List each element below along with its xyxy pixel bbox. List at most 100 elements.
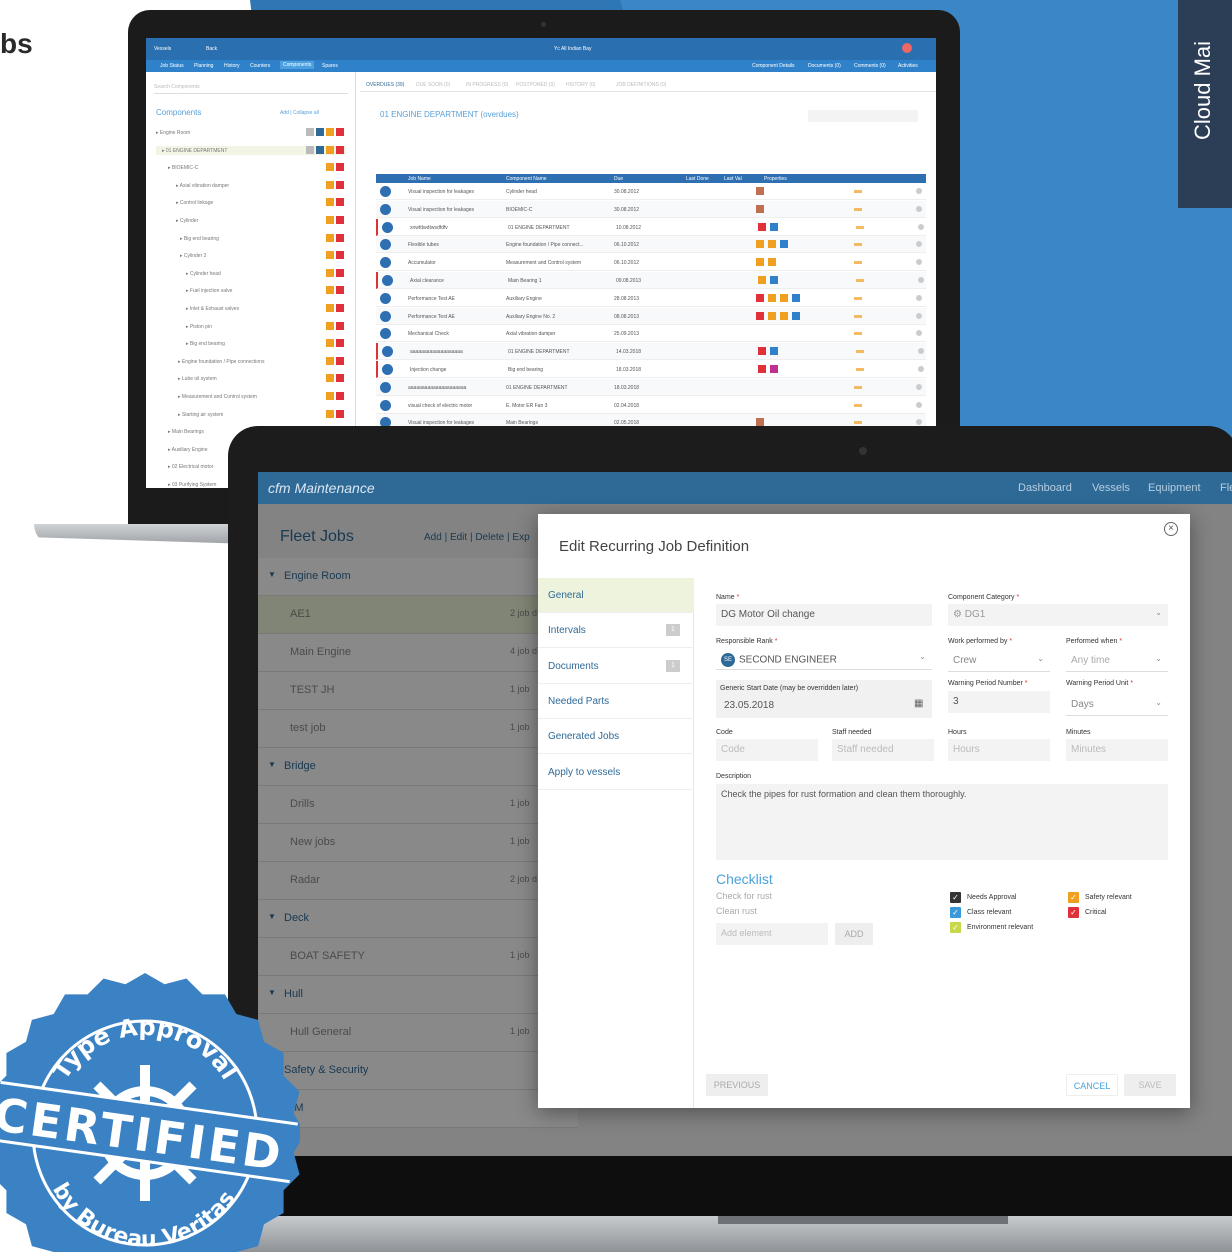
tree-item[interactable]: ▸ Piston pin: [156, 321, 346, 331]
performed-when-select[interactable]: Any time ⌄: [1066, 650, 1168, 672]
modal-nav-needed-parts[interactable]: Needed Parts: [538, 684, 694, 719]
table-row[interactable]: Flexible tubes Engine foundation / Pipe c…: [376, 236, 926, 254]
tree-item[interactable]: ▸ Control linkage: [156, 198, 346, 207]
component-category-select[interactable]: ⚙ DG1 ⌄: [948, 604, 1168, 626]
table-row[interactable]: aaaaaaaaaaaaaaaaaaa 01 ENGINE DEPARTMENT 1…: [376, 343, 926, 361]
overdue-subtab[interactable]: POSTPONED (0): [516, 82, 555, 88]
checkbox-checked-icon[interactable]: ✓: [950, 892, 961, 903]
row-action-icon[interactable]: [916, 312, 922, 319]
row-action-icon[interactable]: [918, 348, 924, 355]
description-textarea[interactable]: Check the pipes for rust formation and c…: [716, 784, 1168, 860]
responsible-rank-select[interactable]: SE SECOND ENGINEER ⌄: [716, 648, 932, 670]
nav-dashboard[interactable]: Dashboard: [1018, 482, 1072, 494]
checkbox-checked-icon[interactable]: ✓: [1068, 907, 1079, 918]
nav-equipment[interactable]: Equipment: [1148, 482, 1201, 494]
tree-item[interactable]: ▸ Cylinder: [156, 216, 346, 225]
work-performed-select[interactable]: Crew ⌄: [948, 650, 1050, 672]
calendar-icon[interactable]: ▦: [914, 698, 923, 709]
tree-item[interactable]: ▸ 01 ENGINE DEPARTMENT: [156, 145, 346, 155]
modal-nav-generated-jobs[interactable]: Generated Jobs: [538, 719, 694, 755]
row-action-icon[interactable]: [916, 330, 922, 337]
avatar[interactable]: [902, 43, 912, 53]
save-button[interactable]: SAVE: [1124, 1074, 1176, 1096]
documents-link[interactable]: Documents (0): [808, 63, 841, 69]
add-element-input[interactable]: Add element: [716, 923, 828, 945]
tree-item[interactable]: ▸ Inlet & Exhaust valves: [156, 304, 346, 313]
activities-link[interactable]: Activities: [898, 63, 918, 69]
hours-input[interactable]: Hours: [948, 739, 1050, 761]
minutes-input[interactable]: Minutes: [1066, 739, 1168, 761]
overdue-subtab[interactable]: DUE SOON (0): [416, 82, 450, 88]
overdue-subtab[interactable]: HISTORY (0): [566, 82, 595, 88]
tab-counters[interactable]: Counters: [250, 63, 270, 69]
table-row[interactable]: aaaaaaaaaaaaaaaaaaaaa 01 ENGINE DEPARTMEN…: [376, 378, 926, 396]
back-link[interactable]: Back: [206, 46, 217, 52]
tree-item[interactable]: ▸ Lube oil system: [156, 374, 346, 383]
job-search-input[interactable]: [808, 110, 918, 122]
comments-link[interactable]: Comments (0): [854, 63, 886, 69]
nav-vessels[interactable]: Vessels: [1092, 482, 1130, 494]
row-action-icon[interactable]: [916, 419, 922, 426]
warning-unit-select[interactable]: Days ⌄: [1066, 694, 1168, 716]
table-row[interactable]: Injection change Big end bearing 18.03.201…: [376, 361, 926, 378]
tab-components[interactable]: Components: [280, 61, 315, 69]
table-row[interactable]: Performance Test AE Auxiliary Engine No. …: [376, 307, 926, 325]
tab-planning[interactable]: Planning: [194, 63, 213, 69]
table-row[interactable]: Visual inspection for leakages BIOEMIC-C 3…: [376, 200, 926, 218]
tree-item[interactable]: ▸ Axial vibration damper: [156, 180, 346, 190]
overdue-subtab[interactable]: JOB DEFINITIONS (0): [616, 82, 666, 88]
table-row[interactable]: Performance Test AE Auxiliary Engine 28.08…: [376, 290, 926, 307]
tree-item[interactable]: ▸ Cylinder 2: [156, 251, 346, 260]
row-action-icon[interactable]: [916, 205, 922, 212]
row-action-icon[interactable]: [918, 223, 924, 230]
row-action-icon[interactable]: [916, 241, 922, 248]
close-icon[interactable]: ×: [1164, 522, 1178, 536]
table-row[interactable]: Visual inspection for leakages Cylinder h…: [376, 183, 926, 200]
search-components-input[interactable]: Search Components: [154, 84, 348, 94]
component-details-link[interactable]: Component Details: [752, 63, 795, 69]
modal-nav-intervals[interactable]: Intervals 1: [538, 613, 694, 649]
tree-item[interactable]: ▸ Big end bearing: [156, 339, 346, 348]
nav-fleet[interactable]: Fle: [1220, 482, 1232, 494]
warning-number-input[interactable]: 3: [948, 691, 1050, 713]
previous-button[interactable]: PREVIOUS: [706, 1074, 768, 1096]
table-row[interactable]: visual check of electric motor E. Motor E…: [376, 397, 926, 414]
row-action-icon[interactable]: [916, 188, 922, 194]
staff-needed-input[interactable]: Staff needed: [832, 739, 934, 761]
row-action-icon[interactable]: [918, 277, 924, 283]
table-row[interactable]: Mechanical Check Axial vibration damper 25…: [376, 325, 926, 343]
overdue-subtab[interactable]: OVERDUES (39): [366, 82, 404, 88]
overdue-subtab[interactable]: IN PROGRESS (0): [466, 82, 508, 88]
modal-nav-apply-to-vessels[interactable]: Apply to vessels: [538, 755, 694, 790]
row-action-icon[interactable]: [916, 383, 922, 390]
row-action-icon[interactable]: [916, 401, 922, 408]
tree-item[interactable]: ▸ Engine foundation / Pipe connections: [156, 356, 346, 366]
tab-spares[interactable]: Spares: [322, 63, 338, 69]
row-action-icon[interactable]: [916, 259, 922, 266]
code-input[interactable]: Code: [716, 739, 818, 761]
tab-history[interactable]: History: [224, 63, 240, 69]
tree-item[interactable]: ▸ Big end bearing: [156, 233, 346, 243]
add-button[interactable]: ADD: [835, 923, 873, 945]
tree-item[interactable]: ▸ BIOEMIC-C: [156, 163, 346, 172]
name-input[interactable]: DG Motor Oil change: [716, 604, 932, 626]
checkbox-checked-icon[interactable]: ✓: [950, 907, 961, 918]
modal-nav-documents[interactable]: Documents 1: [538, 649, 694, 684]
start-date-field[interactable]: Generic Start Date (may be overridden la…: [716, 680, 932, 718]
modal-nav-general[interactable]: General: [538, 578, 694, 613]
tab-job-status[interactable]: Job Status: [160, 63, 184, 69]
vessels-link[interactable]: Vessels: [154, 46, 171, 52]
row-action-icon[interactable]: [916, 294, 922, 301]
table-row[interactable]: xnwfdwdtwsdfdfv 01 ENGINE DEPARTMENT 10.08…: [376, 218, 926, 236]
cancel-button[interactable]: CANCEL: [1066, 1074, 1118, 1096]
row-action-icon[interactable]: [918, 366, 924, 372]
cfm-logo[interactable]: cfm Maintenance: [268, 480, 375, 496]
table-row[interactable]: Axial clearance Main Bearing 1 09.08.2013: [376, 272, 926, 289]
checkbox-checked-icon[interactable]: ✓: [950, 922, 961, 933]
tree-item[interactable]: ▸ Fuel injection valve: [156, 286, 346, 295]
tree-item[interactable]: ▸ Measurement and Control system: [156, 392, 346, 401]
components-actions[interactable]: Add | Collapse all: [280, 110, 319, 116]
table-row[interactable]: Accumulator Measurement and Control syste…: [376, 254, 926, 272]
tree-item[interactable]: ▸ Cylinder head: [156, 268, 346, 278]
tree-item[interactable]: ▸ Starting air system: [156, 409, 346, 419]
